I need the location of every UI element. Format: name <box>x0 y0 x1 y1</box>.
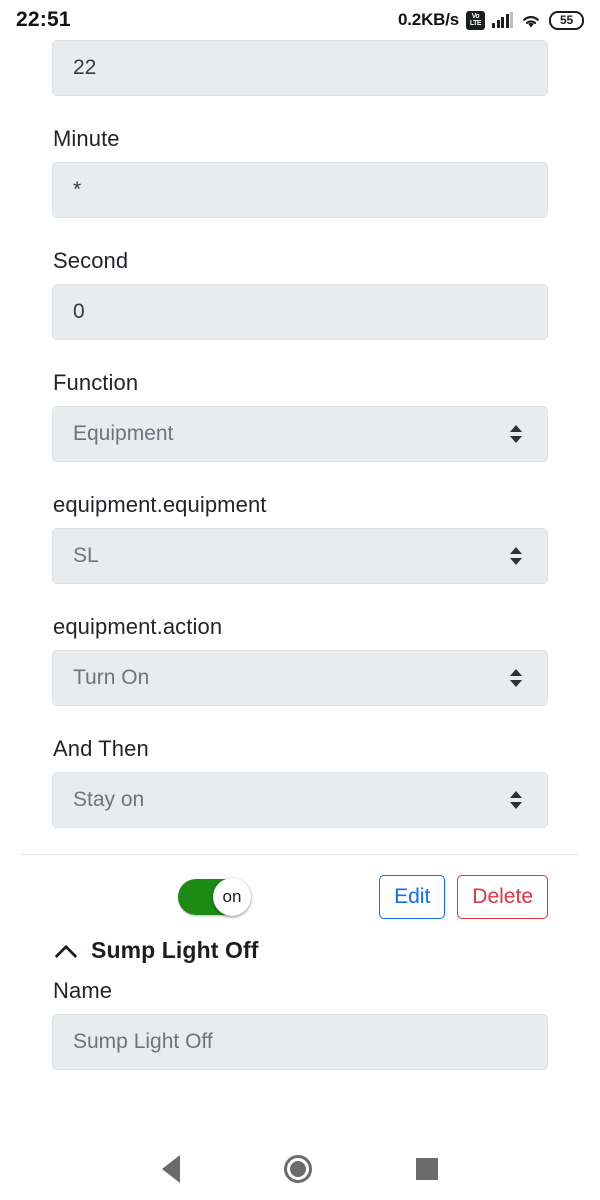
hour-field: 22 <box>52 40 548 96</box>
function-label: Function <box>53 370 139 395</box>
second-field: Second 0 <box>52 250 548 340</box>
recents-icon[interactable] <box>416 1157 438 1180</box>
schedule-form: 22 Minute * Second 0 Function Equipment <box>0 40 600 854</box>
sump-light-off-section-header[interactable]: Sump Light Off <box>0 919 600 964</box>
name-label: Name <box>53 978 113 1003</box>
section-title: Sump Light Off <box>91 937 259 963</box>
name-field: Name Sump Light Off <box>52 980 548 1070</box>
select-updown-icon <box>509 668 523 688</box>
second-input[interactable]: 0 <box>52 284 548 340</box>
function-field: Function Equipment <box>52 372 548 462</box>
minute-input[interactable]: * <box>52 162 548 218</box>
phone-screen: 22:51 0.2KB/s Vo LTE 55 22 Minute * Seco… <box>0 0 600 1200</box>
minute-field: Minute * <box>52 128 548 218</box>
equipment-action-label: equipment.action <box>53 614 223 639</box>
minute-label: Minute <box>53 126 120 151</box>
network-speed-text: 0.2KB/s <box>398 10 459 29</box>
equipment-equipment-value: SL <box>73 544 99 567</box>
select-updown-icon <box>509 790 523 810</box>
edit-button[interactable]: Edit <box>379 875 446 919</box>
home-icon[interactable] <box>284 1154 312 1183</box>
equipment-action-select[interactable]: Turn On <box>52 650 548 706</box>
android-nav-bar <box>0 1137 600 1200</box>
entry-buttons: Edit Delete <box>379 875 548 919</box>
volte-top-text: Vo <box>471 13 480 20</box>
and-then-label: And Then <box>53 736 149 761</box>
equipment-action-value: Turn On <box>73 666 150 689</box>
battery-icon: 55 <box>549 10 584 30</box>
and-then-field: And Then Stay on <box>52 738 548 828</box>
select-updown-icon <box>509 546 523 566</box>
status-time: 22:51 <box>16 8 71 31</box>
equipment-equipment-label: equipment.equipment <box>53 492 267 517</box>
enable-toggle[interactable]: on <box>178 878 251 916</box>
equipment-equipment-field: equipment.equipment SL <box>52 494 548 584</box>
hour-input[interactable]: 22 <box>52 40 548 96</box>
scroll-content[interactable]: 22 Minute * Second 0 Function Equipment <box>0 40 600 1137</box>
wifi-icon <box>520 12 542 29</box>
name-input[interactable]: Sump Light Off <box>52 1014 548 1070</box>
status-bar: 22:51 0.2KB/s Vo LTE 55 <box>0 0 600 40</box>
battery-level-text: 55 <box>560 13 573 27</box>
delete-button[interactable]: Delete <box>457 875 548 919</box>
toggle-knob: on <box>213 878 251 916</box>
select-updown-icon <box>509 424 523 444</box>
back-icon[interactable] <box>162 1154 180 1183</box>
and-then-value: Stay on <box>73 788 145 811</box>
function-select[interactable]: Equipment <box>52 406 548 462</box>
equipment-action-field: equipment.action Turn On <box>52 616 548 706</box>
volte-icon: Vo LTE <box>466 10 485 30</box>
enable-toggle-wrapper: on <box>178 878 251 916</box>
signal-bars-icon <box>492 12 513 28</box>
second-label: Second <box>53 248 129 273</box>
and-then-select[interactable]: Stay on <box>52 772 548 828</box>
entry-action-row: on Edit Delete <box>0 855 600 919</box>
volte-bottom-text: LTE <box>469 20 482 27</box>
status-icons: 0.2KB/s Vo LTE 55 <box>398 10 584 30</box>
function-select-value: Equipment <box>73 422 174 445</box>
equipment-equipment-select[interactable]: SL <box>52 528 548 584</box>
sump-light-off-form: Name Sump Light Off <box>0 964 600 1070</box>
chevron-up-icon[interactable] <box>56 944 78 958</box>
